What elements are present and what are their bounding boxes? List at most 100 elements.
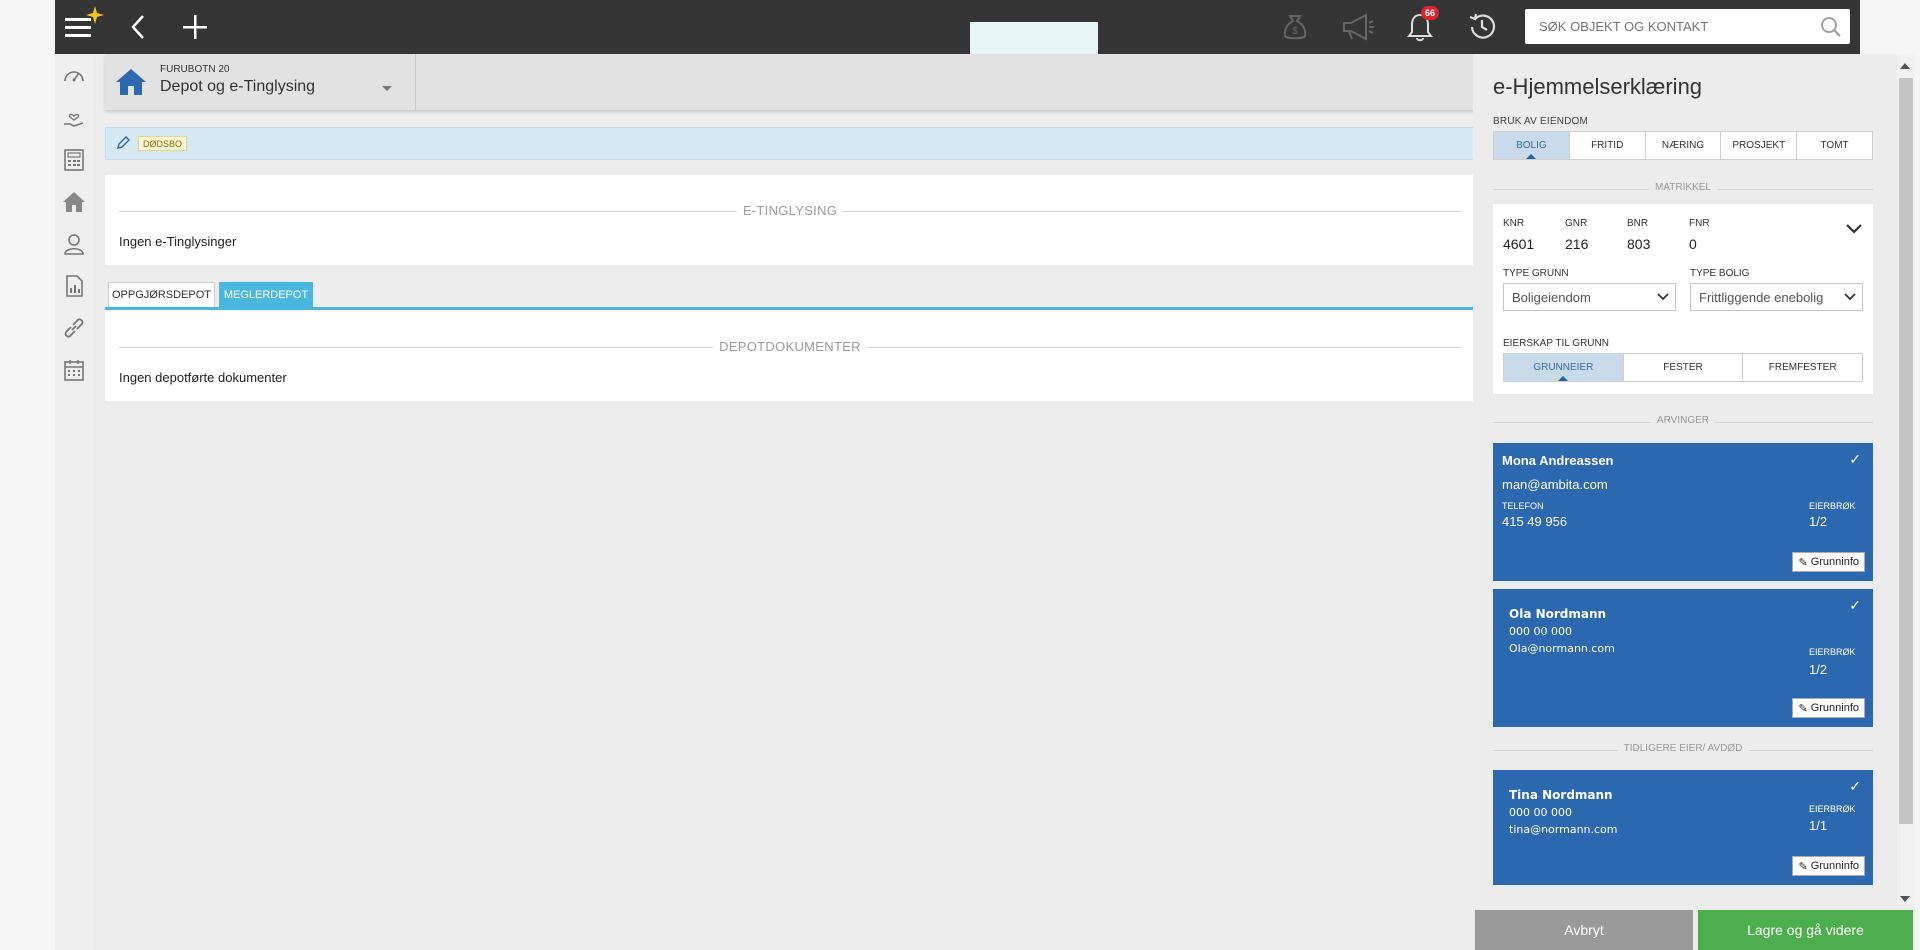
eierskap-segmented-control: GRUNNEIER FESTER FREMFESTER [1503,353,1863,382]
home-icon[interactable] [62,190,86,214]
heir-email: man@ambita.com [1502,477,1608,492]
depot-card: DEPOTDOKUMENTER Ingen depotførte dokumen… [105,310,1475,401]
megaphone-icon[interactable] [1339,0,1377,54]
hjemmelserklaering-panel: e-Hjemmelserklæring BRUK AV EIENDOM BOLI… [1473,54,1915,950]
previous-owner-card[interactable]: ✓ Tina Nordmann 000 00 000 tina@normann.… [1493,770,1873,885]
heir-card[interactable]: ✓ Mona Andreassen man@ambita.com TELEFON… [1493,443,1873,581]
money-bag-icon[interactable]: $ [1277,0,1313,54]
scroll-up-icon[interactable] [1899,57,1911,75]
owner-phone: 000 00 000 [1509,806,1572,819]
type-grunn-value: Boligeiendom [1512,289,1591,305]
owner-email: tina@normann.com [1509,823,1618,836]
object-selector[interactable]: FURUBOTN 20 Depot og e-Tinglysing [105,54,416,110]
save-button[interactable]: Lagre og gå videre [1698,910,1913,950]
heir-phone-label: TELEFON [1502,501,1544,511]
heir-phone: 000 00 000 [1509,625,1572,638]
object-address: FURUBOTN 20 [160,64,230,75]
heir-share: 1/2 [1809,514,1828,529]
app-window: $ 66 SØK OBJEKT OG KONTAKT FURUBOTN 20 D… [55,0,1915,950]
usage-option-tomt[interactable]: TOMT [1797,132,1872,159]
type-grunn-select[interactable]: Boligeiendom [1503,283,1676,311]
hand-heart-icon[interactable] [62,106,86,130]
eierskap-option-grunneier[interactable]: GRUNNEIER [1504,354,1624,381]
owner-share-label: EIERBRØK [1809,804,1856,814]
gnr-label: GNR [1565,218,1588,229]
grunninfo-button-label: Grunninfo [1810,702,1859,714]
page-title: Depot og e-Tinglysing [160,78,316,95]
outer-margin-left [0,0,55,950]
eierskap-option-fremfester[interactable]: FREMFESTER [1743,354,1862,381]
heir-name: Mona Andreassen [1502,453,1614,468]
home-icon [115,67,147,97]
grunninfo-button[interactable]: ✎ Grunninfo [1792,856,1865,876]
tab-meglerdepot[interactable]: MEGLERDEPOT [219,282,313,308]
arvinger-label: ARVINGER [1650,415,1716,426]
calendar-icon[interactable] [62,358,86,382]
report-icon[interactable] [62,274,86,298]
notification-badge: 66 [1421,6,1439,20]
status-badge: DØDSBO [138,136,188,151]
back-icon[interactable] [123,0,153,54]
tab-oppgjorsdepot[interactable]: OPPGJØRSDEPOT [108,282,215,308]
chevron-down-icon [1657,291,1669,303]
tinglysing-empty-text: Ingen e-Tinglysinger [119,234,237,249]
calculator-icon[interactable] [62,148,86,172]
svg-text:$: $ [1292,26,1298,37]
add-icon[interactable] [180,0,210,54]
bnr-label: BNR [1627,218,1649,229]
check-icon: ✓ [1849,451,1861,467]
grunninfo-button[interactable]: ✎ Grunninfo [1792,552,1865,572]
heir-email: Ola@normann.com [1509,642,1615,655]
usage-option-naering[interactable]: NÆRING [1646,132,1722,159]
eierskap-option-fester[interactable]: FESTER [1624,354,1744,381]
bnr-value: 803 [1627,236,1651,252]
grunninfo-button-label: Grunninfo [1810,860,1859,872]
type-bolig-value: Frittliggende enebolig [1699,289,1824,305]
link-icon[interactable] [62,316,86,340]
check-icon: ✓ [1849,597,1861,613]
type-bolig-label: TYPE BOLIG [1690,268,1750,279]
pencil-icon: ✎ [1798,556,1808,569]
page-header: FURUBOTN 20 Depot og e-Tinglysing [105,54,1475,110]
arvinger-divider: ARVINGER [1493,415,1873,429]
type-grunn-label: TYPE GRUNN [1503,268,1569,279]
previous-owner-label: TIDLIGERE EIER/ AVDØD [1617,743,1749,754]
owner-share: 1/1 [1809,818,1828,833]
chevron-down-icon[interactable] [1845,222,1863,234]
search-box[interactable] [1525,9,1850,44]
usage-option-fritid[interactable]: FRITID [1570,132,1646,159]
person-icon[interactable] [62,232,86,256]
search-input[interactable] [1525,9,1815,44]
heir-card[interactable]: ✓ Ola Nordmann 000 00 000 Ola@normann.co… [1493,589,1873,727]
usage-segmented-control: BOLIG FRITID NÆRING PROSJEKT TOMT [1493,131,1873,160]
tab-placeholder [970,22,1098,54]
status-bar: DØDSBO [105,127,1475,160]
history-icon[interactable] [1463,0,1501,54]
check-icon: ✓ [1849,778,1861,794]
scrollbar-thumb[interactable] [1899,78,1913,824]
heir-share-label: EIERBRØK [1809,501,1856,511]
cancel-button[interactable]: Avbryt [1475,910,1693,950]
scroll-down-icon[interactable] [1899,890,1911,908]
depot-empty-text: Ingen depotførte dokumenter [119,370,287,385]
type-bolig-select[interactable]: Frittliggende enebolig [1690,283,1863,311]
usage-option-prosjekt[interactable]: PROSJEKT [1721,132,1798,159]
matrikkel-card: KNR 4601 GNR 216 BNR 803 FNR 0 TYPE GRUN… [1493,204,1873,394]
chevron-down-icon [1844,291,1856,303]
dropdown-caret-icon [382,79,392,97]
heir-share-label: EIERBRØK [1809,647,1856,657]
pencil-icon: ✎ [1798,860,1808,873]
section-label-tinglysing: E-TINGLYSING [736,203,844,218]
section-label-depot: DEPOTDOKUMENTER [713,339,867,354]
search-icon[interactable] [1820,16,1842,38]
sparkle-icon [85,0,105,42]
eierskap-label: EIERSKAP TIL GRUNN [1503,338,1609,349]
dashboard-icon[interactable] [62,64,86,88]
grunninfo-button[interactable]: ✎ Grunninfo [1792,698,1865,718]
usage-option-bolig[interactable]: BOLIG [1494,132,1570,159]
gnr-value: 216 [1565,236,1589,252]
knr-value: 4601 [1503,236,1535,252]
previous-owner-divider: TIDLIGERE EIER/ AVDØD [1493,743,1873,757]
pencil-icon[interactable] [116,136,130,150]
matrikkel-divider: MATRIKKEL [1493,182,1873,196]
